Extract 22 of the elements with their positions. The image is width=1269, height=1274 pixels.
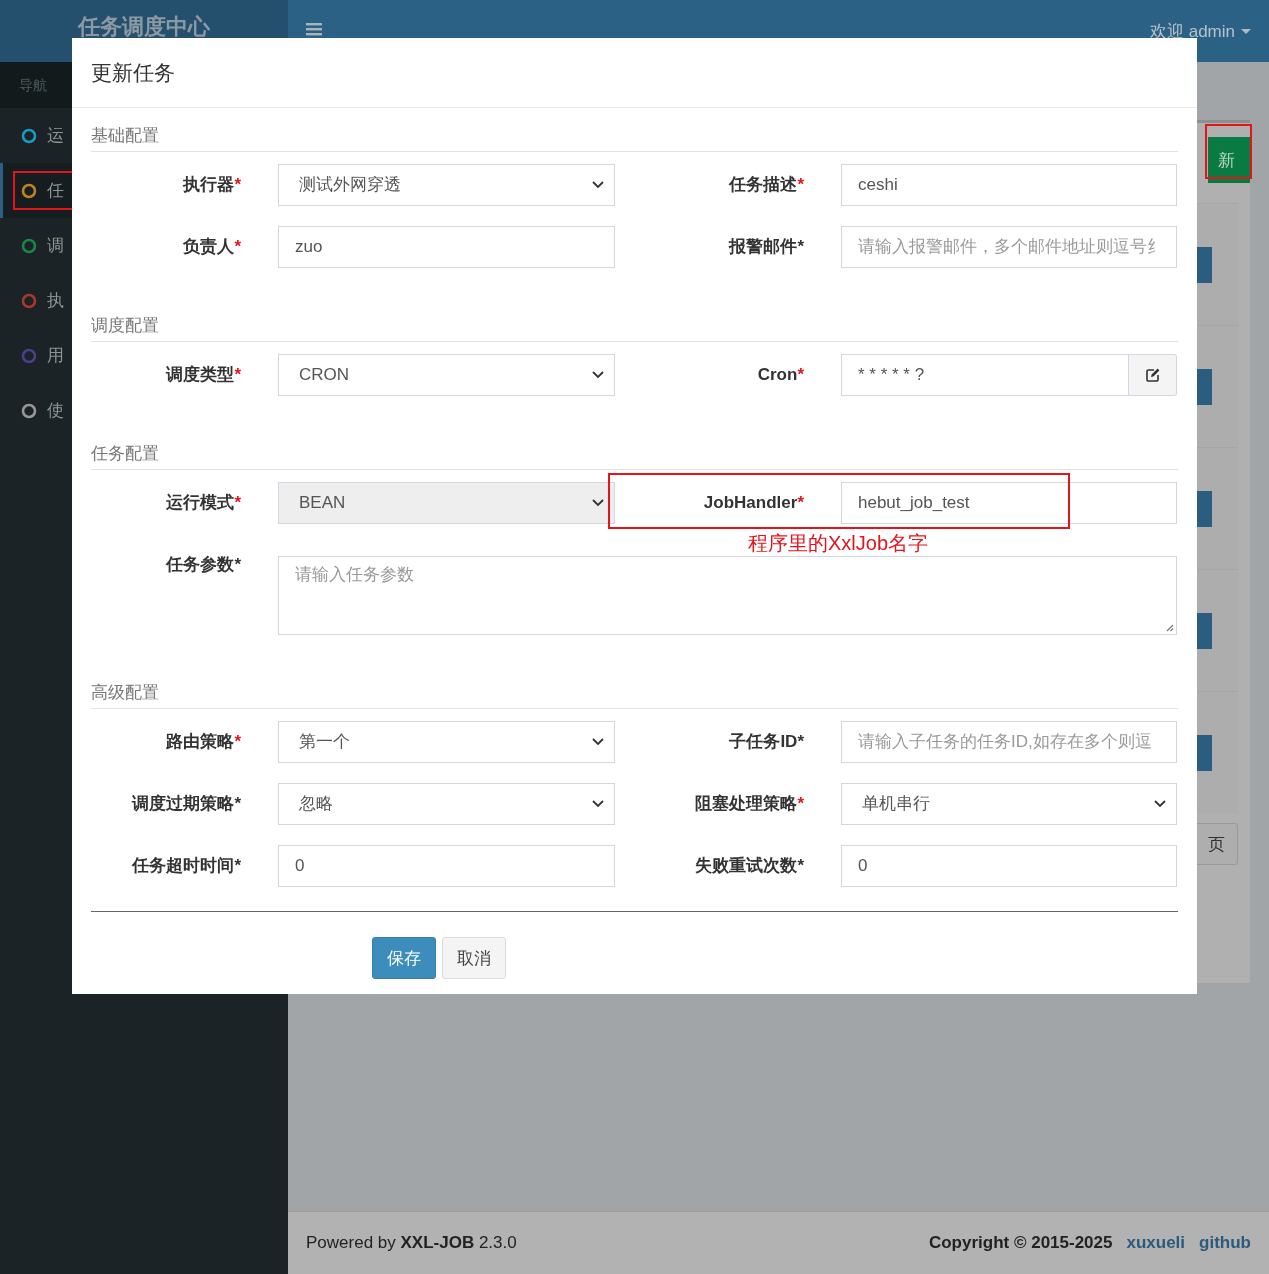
- field-label: 路由策略*: [165, 731, 242, 753]
- field-label: 子任务ID*: [728, 731, 805, 753]
- field-label: 负责人*: [182, 236, 242, 258]
- field-label: 任务描述*: [727, 174, 805, 196]
- section-title: 基础配置: [91, 124, 1178, 152]
- powered-by-text: Powered by XXL-JOB 2.3.0: [306, 1233, 517, 1253]
- field-label: 任务超时时间*: [130, 855, 242, 877]
- section-title: 高级配置: [91, 681, 1178, 709]
- copyright-text: Copyright © 2015-2025: [928, 1233, 1113, 1253]
- modal-title: 更新任务: [72, 38, 1197, 108]
- field-label: 报警邮件*: [727, 236, 805, 258]
- field-label: 阻塞处理策略*: [694, 793, 805, 815]
- field-label: 调度类型*: [164, 364, 242, 386]
- field-label: 执行器*: [181, 174, 242, 196]
- field-label: Cron*: [756, 364, 805, 386]
- section-title: 任务配置: [91, 442, 1178, 470]
- section-title: 调度配置: [91, 314, 1178, 342]
- field-label: 运行模式*: [165, 492, 242, 514]
- field-label: 调度过期策略*: [130, 793, 242, 815]
- field-label: 任务参数*: [164, 554, 242, 576]
- field-label: 失败重试次数*: [694, 855, 805, 877]
- logo-title: 任务调度中心: [78, 13, 210, 40]
